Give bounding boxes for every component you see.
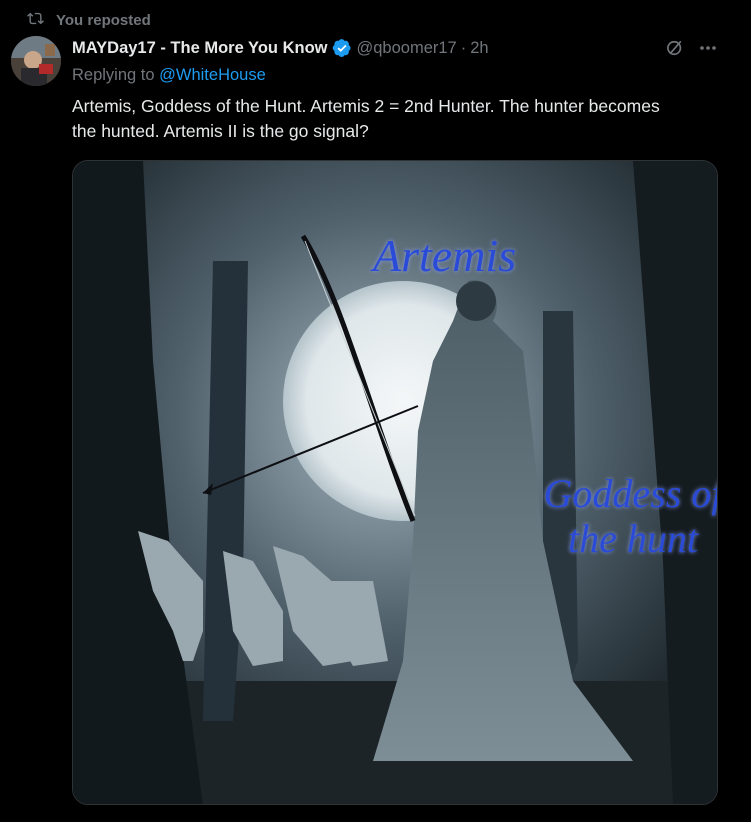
separator-dot: · (460, 38, 467, 57)
grok-icon[interactable] (665, 38, 685, 58)
reply-context: Replying to @WhiteHouse (72, 66, 266, 85)
reply-mention-link[interactable]: @WhiteHouse (159, 66, 266, 84)
tweet-media-image[interactable]: Artemis Goddess of the hunt (72, 160, 718, 805)
author-avatar[interactable] (11, 36, 61, 86)
reply-prefix: Replying to (72, 66, 160, 84)
repost-label: You reposted (56, 11, 151, 29)
tweet-text: Artemis, Goddess of the Hunt. Artemis 2 … (72, 96, 660, 141)
author-handle[interactable]: @qboomer17 (357, 39, 457, 58)
image-overlay-title: Artemis (373, 230, 517, 281)
verified-badge-icon (332, 38, 352, 58)
tweet-timestamp[interactable]: 2h (470, 39, 488, 58)
more-options-icon[interactable] (697, 37, 719, 59)
image-overlay-subtitle: Goddess of the hunt (543, 471, 718, 561)
author-name[interactable]: MAYDay17 - The More You Know (72, 39, 328, 58)
tweet-header: MAYDay17 - The More You Know @qboomer17 … (72, 36, 489, 60)
repost-indicator: You reposted (27, 10, 151, 30)
repost-icon (27, 10, 44, 31)
